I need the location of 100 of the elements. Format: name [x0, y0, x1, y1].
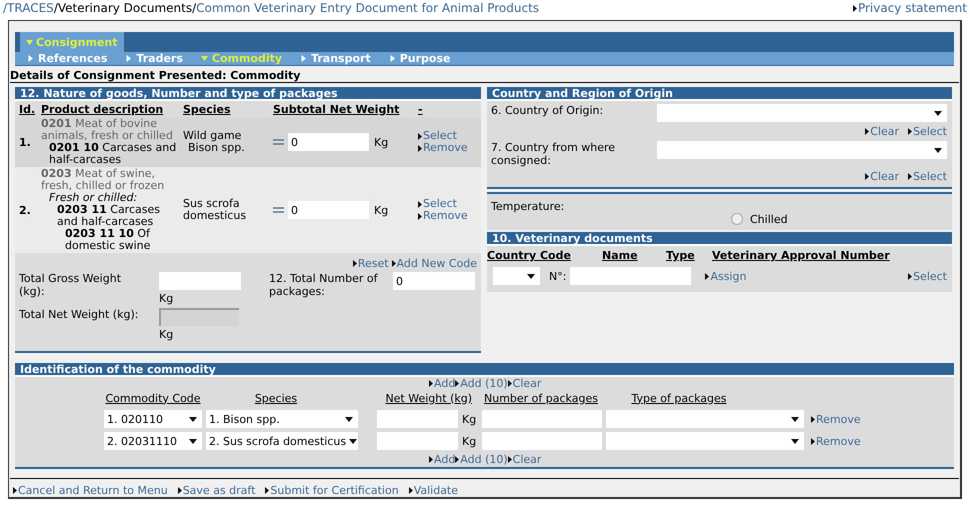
triangle-icon: [865, 173, 870, 180]
number-field[interactable]: [570, 267, 692, 285]
action-link[interactable]: Clear: [508, 377, 542, 390]
down-triangle-icon: [26, 38, 33, 46]
caret-icon: [345, 416, 353, 422]
caret-icon: [349, 438, 358, 444]
footer-link[interactable]: Save as draft: [178, 484, 256, 497]
breadcrumb-link[interactable]: Common Veterinary Entry Document for Animal Products: [196, 2, 540, 14]
action-link[interactable]: Add: [429, 453, 456, 466]
gross-weight-field[interactable]: [159, 272, 241, 290]
column-header: Net Weight (kg): [385, 392, 472, 404]
product-description: 0201 10 Carcases and half-carcases: [48, 142, 178, 166]
triangle-icon: [455, 456, 460, 463]
country-dropdown[interactable]: [657, 104, 947, 122]
action-link[interactable]: Add: [429, 377, 456, 390]
country-dropdown[interactable]: [657, 141, 947, 159]
triangle-icon: [508, 456, 512, 463]
species-dropdown[interactable]: 1. Bison spp.: [206, 410, 358, 428]
action-link[interactable]: Remove: [418, 142, 481, 154]
column-header: Veterinary Approval Number: [712, 249, 891, 262]
weight-field[interactable]: 0: [288, 133, 369, 151]
breadcrumb-text: /Veterinary Documents/: [54, 2, 196, 14]
action-link[interactable]: Select: [418, 198, 481, 210]
package-type-dropdown[interactable]: [606, 410, 804, 428]
sub-tab[interactable]: References: [27, 52, 108, 65]
field-label: Temperature:: [491, 200, 566, 215]
action-link[interactable]: Select: [418, 130, 481, 142]
country-code-dropdown[interactable]: [493, 267, 540, 285]
packages-field[interactable]: 0: [393, 272, 475, 290]
action-link[interactable]: Remove: [811, 434, 861, 448]
privacy-link[interactable]: Privacy statement: [852, 2, 967, 14]
triangle-icon: [265, 487, 270, 494]
triangle-icon: [178, 487, 182, 494]
triangle-icon: [392, 260, 396, 267]
action-link[interactable]: Clear: [865, 125, 900, 138]
product-description: Fresh or chilled:: [48, 192, 138, 204]
radio-button[interactable]: [731, 213, 743, 225]
column-header: Species: [254, 392, 298, 404]
equals-icon: [273, 139, 284, 145]
action-link[interactable]: Assign: [705, 270, 746, 282]
packages-field[interactable]: [482, 432, 602, 450]
footer-link[interactable]: Submit for Certification: [265, 484, 399, 497]
sub-tab[interactable]: Commodity: [200, 52, 282, 65]
column-header: Type of packages: [631, 392, 727, 404]
action-link[interactable]: Reset: [352, 257, 389, 270]
triangle-icon: [908, 173, 912, 180]
caret-icon: [527, 274, 535, 278]
action-link[interactable]: Add (10): [455, 453, 508, 466]
field-label: Total Net Weight (kg):: [19, 308, 140, 323]
action-link[interactable]: Add New Code: [392, 257, 477, 270]
species-dropdown[interactable]: 2. Sus scrofa domesticus: [206, 432, 358, 450]
section-header: Identification of the commodity: [15, 363, 954, 377]
action-link[interactable]: Remove: [811, 412, 861, 426]
triangle-icon: [27, 55, 34, 62]
product-description: 0201 Meat of bovine animals, fresh or chilled: [41, 118, 174, 142]
footer-link[interactable]: Cancel and Return to Menu: [13, 484, 168, 497]
sub-tab[interactable]: Purpose: [388, 52, 450, 65]
net-weight-field[interactable]: [377, 410, 458, 428]
triangle-icon: [429, 456, 433, 463]
species-name: Sus scrofa domesticus: [183, 198, 248, 222]
unit-label: Kg: [159, 292, 174, 305]
sub-tab[interactable]: Transport: [300, 52, 371, 65]
caret-icon: [791, 416, 799, 422]
row-id: 1.: [19, 136, 32, 148]
triangle-icon: [352, 260, 357, 267]
action-link[interactable]: Select: [908, 125, 947, 138]
commodity-code-dropdown[interactable]: 1. 020110: [104, 410, 202, 428]
column-header: Name: [602, 249, 639, 262]
triangle-icon: [908, 272, 912, 280]
net-weight-field[interactable]: [377, 432, 458, 450]
action-link[interactable]: Clear: [865, 170, 900, 183]
footer-link[interactable]: Validate: [408, 484, 458, 497]
action-link[interactable]: Remove: [418, 210, 481, 222]
packages-field[interactable]: [482, 410, 602, 428]
species-name: Bison spp.: [187, 142, 246, 154]
column-header: Id.: [19, 102, 36, 116]
commodity-code-dropdown[interactable]: 2. 02031110: [104, 432, 202, 450]
species-group: Wild game: [183, 130, 265, 142]
weight-field[interactable]: 0: [288, 201, 369, 219]
action-link[interactable]: Select: [908, 270, 947, 282]
unit-label: Kg: [159, 328, 174, 341]
sub-tab[interactable]: Traders: [125, 52, 183, 65]
main-tab[interactable]: Consignment: [20, 32, 124, 52]
column-header: Type: [666, 249, 696, 262]
action-link[interactable]: Select: [908, 170, 947, 183]
breadcrumb-link[interactable]: /TRACES: [3, 2, 54, 14]
field-label: N°:: [549, 270, 566, 282]
triangle-icon: [429, 380, 433, 387]
action-link[interactable]: Clear: [508, 453, 542, 466]
row-id: 2.: [19, 204, 32, 216]
unit-label: Kg: [462, 412, 476, 426]
product-description: 0203 11 Carcases and half-carcases: [56, 204, 161, 228]
package-type-dropdown[interactable]: [606, 432, 804, 450]
caret-icon: [189, 416, 197, 422]
section-header: Country and Region of Origin: [487, 87, 952, 101]
product-description: 0203 11 10 Of domestic swine: [64, 228, 152, 252]
field-label: 7. Country from where consigned:: [491, 141, 616, 167]
unit-label: Kg: [462, 434, 476, 448]
action-link[interactable]: Add (10): [455, 377, 508, 390]
radio-option[interactable]: Chilled: [731, 208, 788, 230]
